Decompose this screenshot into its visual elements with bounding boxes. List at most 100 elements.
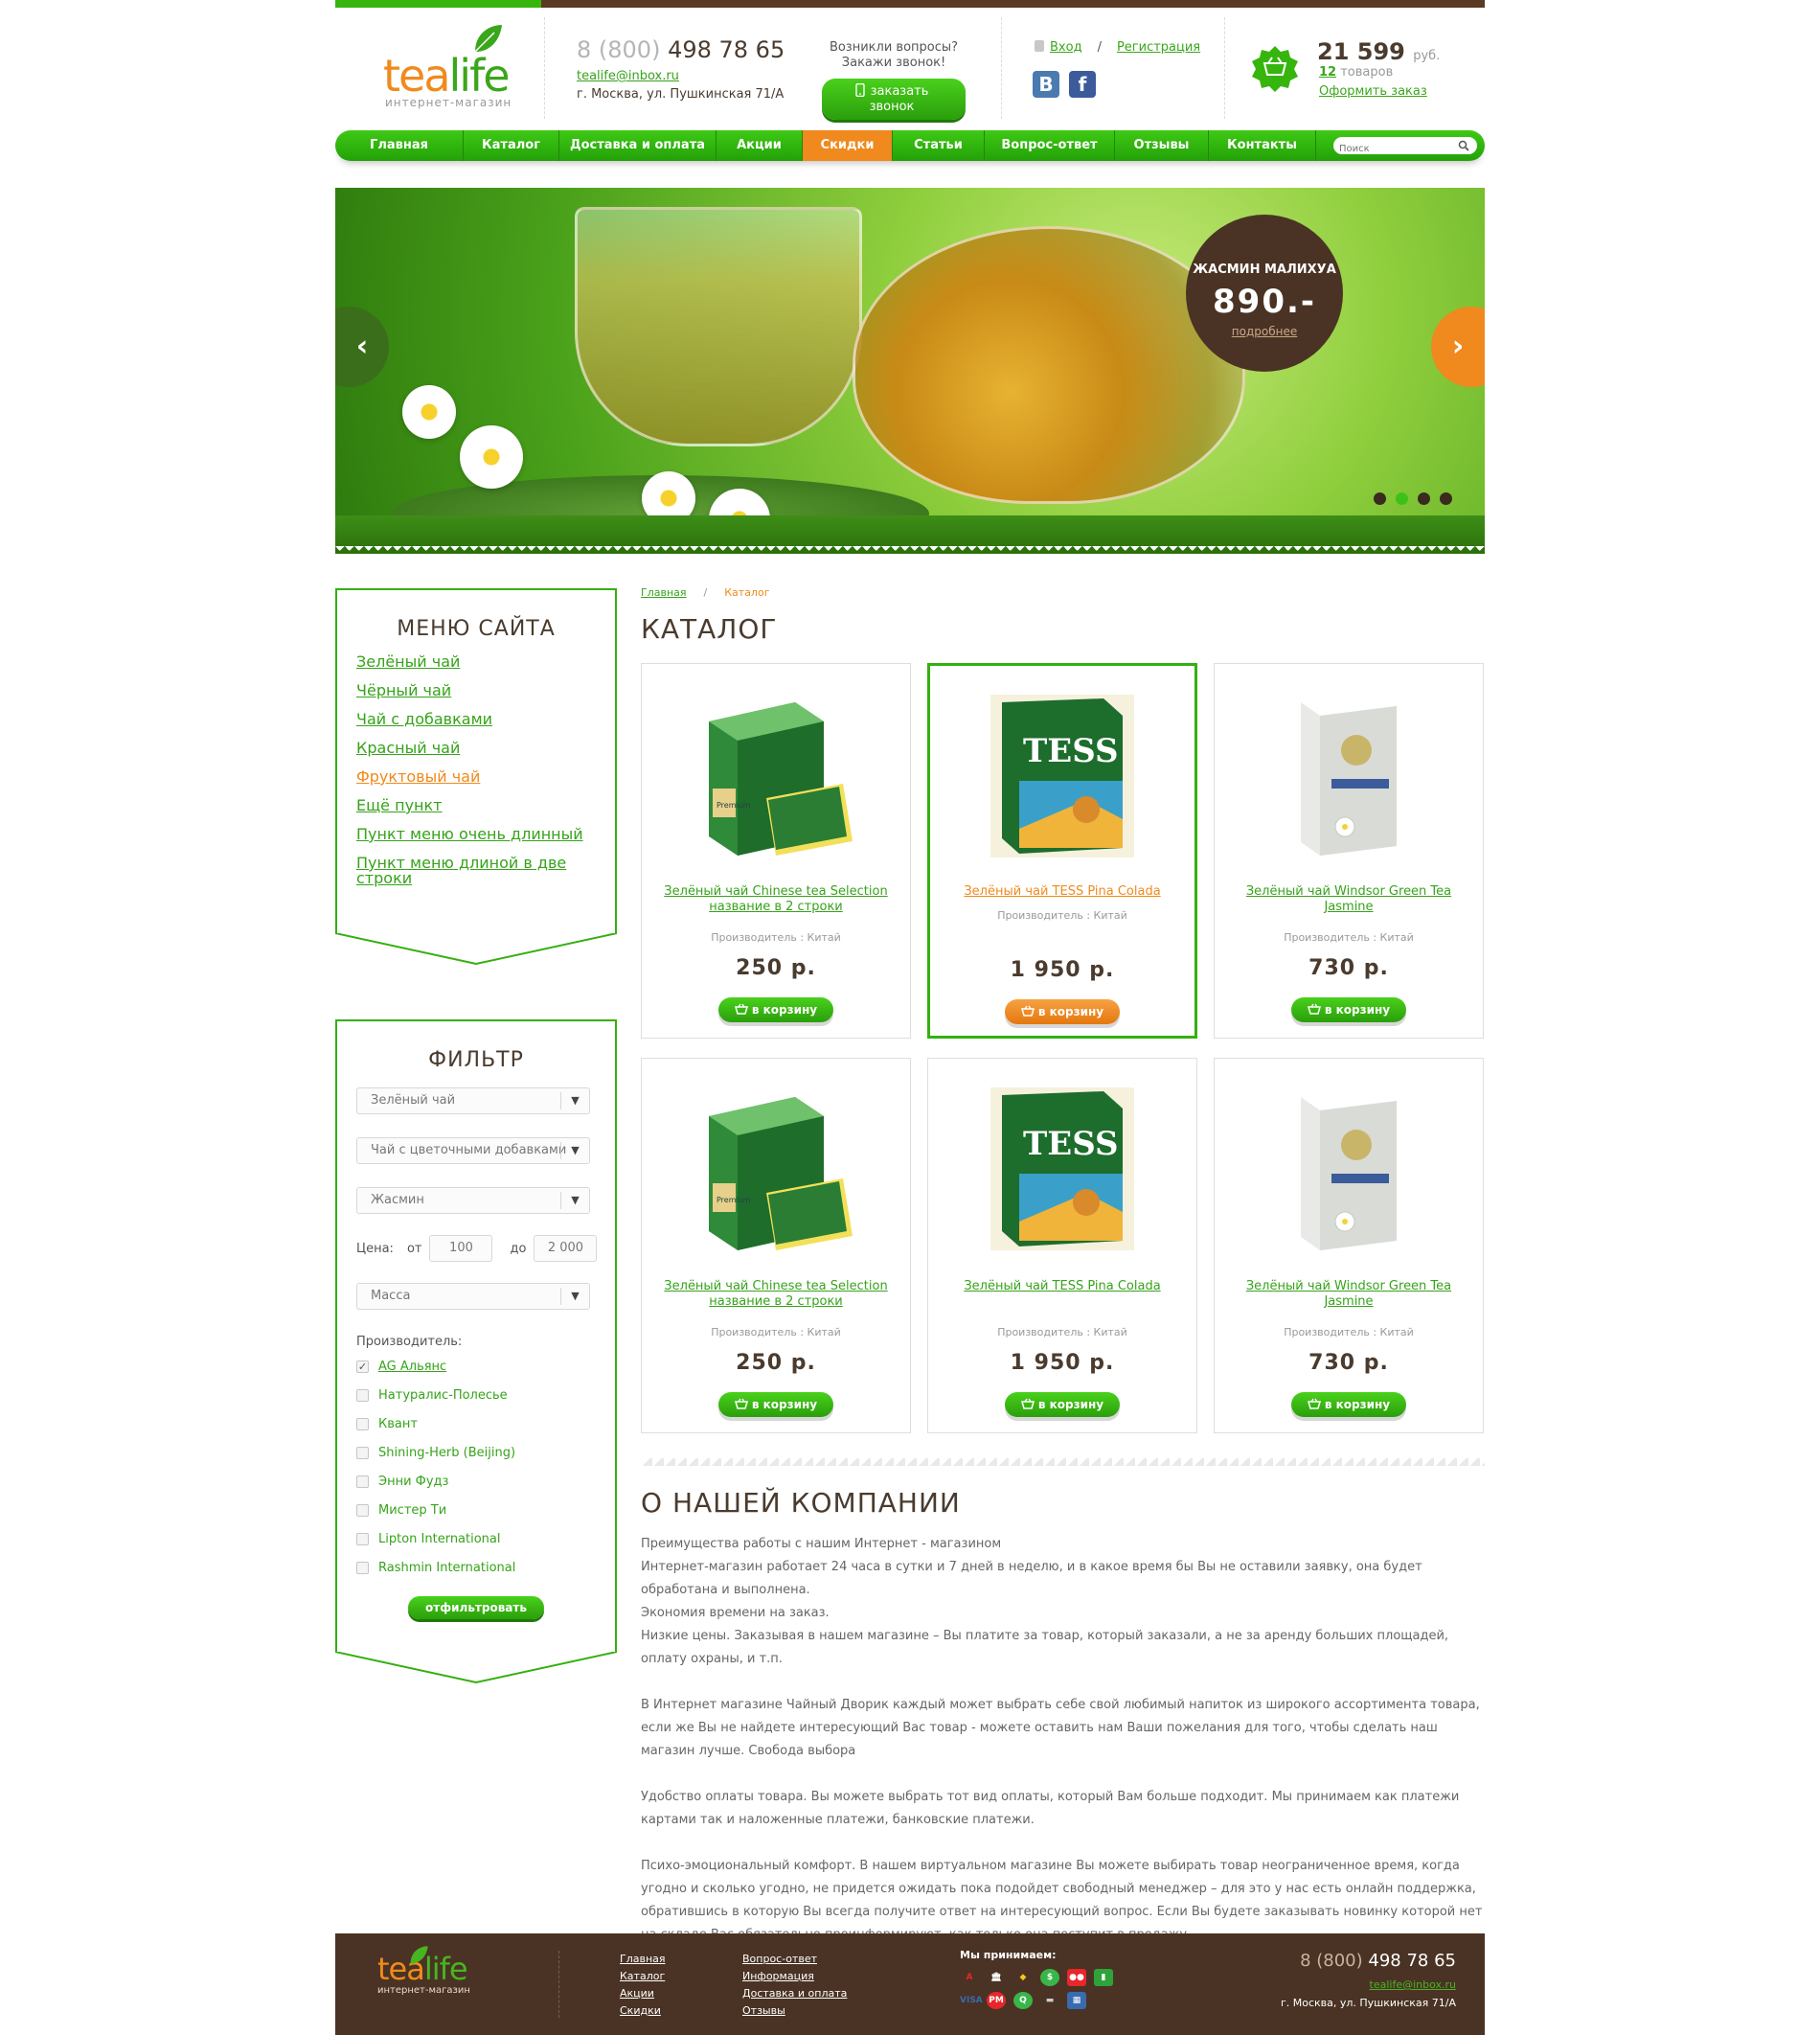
footer-link[interactable]: Информация (742, 1968, 847, 1985)
menu-item-active[interactable]: Фруктовый чай (356, 769, 615, 785)
slider-dot[interactable] (1440, 492, 1452, 505)
maker-checkbox-item[interactable]: Shining-Herb (Beijing) (356, 1445, 615, 1461)
nav-item-articles[interactable]: Статьи (893, 130, 985, 161)
price-from-input[interactable]: 100 (429, 1235, 493, 1262)
promo-more-link[interactable]: подробнее (1186, 325, 1343, 338)
product-image[interactable]: Premium (680, 683, 872, 869)
product-image[interactable] (1282, 683, 1416, 869)
product-card[interactable]: Premium Зелёный чай Chinese tea Selectio… (641, 1058, 911, 1433)
footer-link[interactable]: Доставка и оплата (742, 1985, 847, 2002)
checkbox-icon[interactable] (356, 1447, 369, 1459)
payment-title: Мы принимаем: (960, 1949, 1057, 1961)
footer-logo[interactable]: tealife интернет-магазин (377, 1946, 470, 1996)
footer-email-link[interactable]: tealife@inbox.ru (1281, 1978, 1456, 1991)
checkbox-icon[interactable] (356, 1418, 369, 1430)
maker-checkbox-item[interactable]: Lipton International (356, 1531, 615, 1547)
menu-item[interactable]: Пункт меню очень длинный (356, 827, 615, 842)
alfa-bank-icon: A (966, 1973, 973, 1982)
callback-button[interactable]: заказать звонок (822, 79, 966, 120)
nav-item-home[interactable]: Главная (335, 130, 464, 161)
slider-dot-active[interactable] (1396, 492, 1408, 505)
privat-icon: ▮ (1094, 1969, 1113, 1986)
maker-checkbox-item[interactable]: Квант (356, 1416, 615, 1432)
checkbox-icon[interactable] (356, 1504, 369, 1517)
product-image[interactable]: TESS (981, 1078, 1144, 1264)
cart-icon[interactable] (1250, 44, 1300, 94)
product-title[interactable]: Зелёный чай Windsor Green Tea Jasmine (1234, 884, 1464, 915)
add-to-cart-button[interactable]: в корзину (1005, 999, 1120, 1024)
add-to-cart-button[interactable]: в корзину (1291, 997, 1406, 1022)
nav-item-discounts[interactable]: Скидки (803, 130, 893, 161)
slider-prev-button[interactable]: ‹ (335, 307, 389, 387)
maker-checkbox-item[interactable]: Натуралис-Полесье (356, 1387, 615, 1404)
search-input[interactable] (1333, 140, 1448, 158)
nav-item-reviews[interactable]: Отзывы (1115, 130, 1209, 161)
product-card[interactable]: Зелёный чай Windsor Green Tea Jasmine Пр… (1214, 663, 1484, 1039)
filter-button[interactable]: отфильтровать (408, 1596, 544, 1619)
add-to-cart-button[interactable]: в корзину (1005, 1392, 1120, 1417)
footer-link[interactable]: Каталог (620, 1968, 666, 1985)
site-logo[interactable]: tealife интернет-магазин (383, 21, 536, 117)
footer-link[interactable]: Вопрос-ответ (742, 1951, 847, 1968)
footer-link[interactable]: Скидки (620, 2002, 666, 2020)
add-to-cart-button[interactable]: в корзину (718, 1392, 833, 1417)
product-card[interactable]: Зелёный чай Windsor Green Tea Jasmine Пр… (1214, 1058, 1484, 1433)
product-image[interactable]: Premium (680, 1078, 872, 1264)
login-link[interactable]: Вход (1050, 40, 1082, 55)
checkout-link[interactable]: Оформить заказ (1319, 84, 1427, 99)
nav-item-delivery[interactable]: Доставка и оплата (559, 130, 717, 161)
maker-checkbox-item[interactable]: Энни Фудз (356, 1474, 615, 1490)
nav-item-contacts[interactable]: Контакты (1209, 130, 1316, 161)
menu-item[interactable]: Чёрный чай (356, 683, 615, 698)
menu-item[interactable]: Зелёный чай (356, 654, 615, 670)
weight-select[interactable]: Масса ▼ (356, 1283, 590, 1310)
maker-checkbox-item[interactable]: Мистер Ти (356, 1502, 615, 1519)
footer-link[interactable]: Главная (620, 1951, 666, 1968)
slider-dot[interactable] (1418, 492, 1430, 505)
checkbox-icon[interactable] (356, 1562, 369, 1574)
nav-item-faq[interactable]: Вопрос-ответ (985, 130, 1115, 161)
product-card[interactable]: TESS Зелёный чай TESS Pina Colada Произв… (927, 663, 1197, 1039)
menu-item[interactable]: Чай с добавками (356, 712, 615, 727)
register-link[interactable]: Регистрация (1117, 40, 1200, 55)
nav-item-catalog[interactable]: Каталог (464, 130, 559, 161)
maker-checkbox-item[interactable]: Rashmin International (356, 1560, 615, 1576)
breadcrumb-home[interactable]: Главная (641, 586, 687, 599)
vk-icon[interactable]: В (1033, 71, 1059, 98)
search-icon[interactable] (1458, 140, 1469, 151)
checkbox-icon[interactable] (356, 1389, 369, 1402)
menu-item[interactable]: Красный чай (356, 741, 615, 756)
menu-item[interactable]: Пункт меню длиной в две строки (356, 856, 577, 886)
product-title[interactable]: Зелёный чай Chinese tea Selection назван… (661, 884, 891, 915)
email-link[interactable]: tealife@inbox.ru (577, 69, 785, 83)
product-card[interactable]: Premium Зелёный чай Chinese tea Selectio… (641, 663, 911, 1039)
footer-contacts: 8 (800) 498 78 65 tealife@inbox.ru г. Мо… (1281, 1951, 1456, 2009)
footer-link[interactable]: Акции (620, 1985, 666, 2002)
product-card[interactable]: TESS Зелёный чай TESS Pina Colada Произв… (927, 1058, 1197, 1433)
additive-select[interactable]: Чай с цветочными добавками ▼ (356, 1137, 590, 1164)
product-image[interactable] (1282, 1078, 1416, 1264)
menu-item[interactable]: Ещё пункт (356, 798, 615, 813)
terminal-icon: ▬ (1045, 1996, 1055, 2005)
tea-type-select[interactable]: Зелёный чай ▼ (356, 1087, 590, 1114)
add-to-cart-button[interactable]: в корзину (718, 997, 833, 1022)
product-title[interactable]: Зелёный чай TESS Pina Colada (949, 884, 1175, 900)
footer-link[interactable]: Отзывы (742, 2002, 847, 2020)
footer-address: г. Москва, ул. Пушкинская 71/А (1280, 1997, 1456, 2009)
checkbox-icon[interactable] (356, 1475, 369, 1488)
checkbox-icon[interactable] (356, 1533, 369, 1545)
price-to-input[interactable]: 2 000 (534, 1235, 598, 1262)
product-title[interactable]: Зелёный чай Chinese tea Selection назван… (661, 1279, 891, 1310)
product-title[interactable]: Зелёный чай Windsor Green Tea Jasmine (1234, 1279, 1464, 1310)
maker-checkbox-item[interactable]: ✓ AG Альянс (356, 1359, 615, 1375)
checkbox-checked-icon[interactable]: ✓ (356, 1360, 369, 1373)
add-to-cart-button[interactable]: в корзину (1291, 1392, 1406, 1417)
product-image[interactable]: TESS (981, 685, 1144, 871)
nav-item-promo[interactable]: Акции (717, 130, 803, 161)
slider-next-button[interactable]: › (1431, 307, 1485, 387)
product-title[interactable]: Зелёный чай TESS Pina Colada (947, 1279, 1177, 1294)
facebook-icon[interactable]: f (1069, 71, 1096, 98)
slider-dot[interactable] (1374, 492, 1386, 505)
flavor-select[interactable]: Жасмин ▼ (356, 1187, 590, 1214)
webmoney-icon: $ (1040, 1969, 1059, 1986)
